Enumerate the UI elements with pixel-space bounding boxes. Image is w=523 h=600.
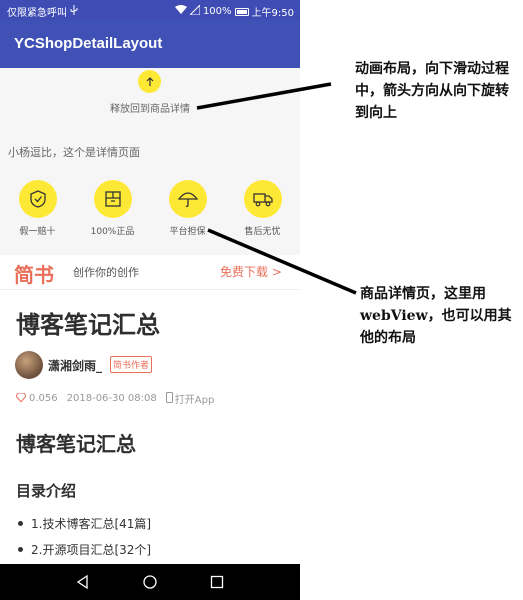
list-item[interactable]: 1.技术博客汇总[41篇]: [18, 515, 151, 532]
open-app-link[interactable]: 打开App: [165, 391, 215, 406]
back-icon[interactable]: [74, 573, 92, 591]
signal-icon: [188, 3, 201, 18]
pull-hint-text: 释放回到商品详情: [110, 104, 190, 115]
wifi-icon: [174, 5, 187, 18]
feature-item[interactable]: 100%正品: [75, 180, 150, 237]
detail-page: 小杨逗比，这个是详情页面 假一赔十 100%正品 平台担保 售后无忧: [0, 120, 300, 255]
detail-text: 小杨逗比，这个是详情页面: [8, 146, 140, 159]
arrow-up-icon[interactable]: [138, 70, 161, 93]
avatar[interactable]: [15, 351, 43, 379]
home-icon[interactable]: [141, 573, 159, 591]
feature-item[interactable]: 平台担保: [150, 180, 225, 237]
phone-screen: 仅限紧急呼叫 100% 上午9:50 YCShopDetailLayout 释放…: [0, 0, 300, 600]
battery-icon: [234, 7, 249, 16]
author-name[interactable]: 潇湘剑雨_: [48, 357, 102, 374]
app-bar: YCShopDetailLayout: [0, 20, 300, 68]
box-icon: [93, 180, 132, 218]
feature-item[interactable]: 假一赔十: [0, 180, 75, 237]
article-title: 博客笔记汇总: [16, 311, 160, 339]
nav-bar: [0, 564, 300, 600]
app-title: YCShopDetailLayout: [14, 35, 163, 52]
truck-icon: [243, 180, 282, 218]
jianshu-slogan: 创作你的创作: [73, 266, 139, 279]
feature-label: 假一赔十: [19, 227, 56, 237]
article-meta: 0.056 2018-06-30 08:08 打开App: [15, 391, 215, 406]
article-webview[interactable]: 博客笔记汇总 潇湘剑雨_ 简书作者 0.056 2018-06-30 08:08…: [0, 291, 300, 564]
shield-check-icon: [18, 180, 57, 218]
status-bar: 仅限紧急呼叫 100% 上午9:50: [0, 0, 300, 20]
toc-label: 1.技术博客汇总[41篇]: [31, 517, 152, 531]
battery-percent: 100%: [202, 6, 232, 17]
pull-back-area[interactable]: 释放回到商品详情: [0, 68, 300, 120]
free-download-link[interactable]: 免费下载 >: [220, 263, 282, 280]
open-app-label: 打开App: [174, 395, 215, 406]
author-badge: 简书作者: [110, 356, 153, 373]
feature-item[interactable]: 售后无忧: [225, 180, 300, 237]
article-subheading: 目录介绍: [16, 482, 77, 500]
feature-label: 平台担保: [169, 227, 206, 237]
diamond-count: 0.056: [29, 393, 58, 404]
feature-label: 100%正品: [90, 227, 135, 237]
jianshu-bar: 简书 创作你的创作 免费下载 >: [0, 255, 300, 290]
toc-label: 2.开源项目汇总[32个]: [31, 543, 152, 557]
diamond-icon: [15, 392, 27, 405]
status-left-text: 仅限紧急呼叫: [7, 8, 67, 19]
phone-icon: [165, 391, 173, 406]
umbrella-icon: [168, 180, 207, 218]
recents-icon[interactable]: [208, 573, 226, 591]
list-item[interactable]: 2.开源项目汇总[32个]: [18, 541, 151, 558]
feature-label: 售后无忧: [244, 227, 281, 237]
status-time: 上午9:50: [251, 8, 294, 19]
annotation-note-animation: 动画布局，向下滑动过程中，箭头方向从向下旋转到向上: [355, 61, 509, 121]
annotation-note-detail: 商品详情页，这里用webView，也可以用其他的布局: [360, 286, 512, 346]
article-heading: 博客笔记汇总: [16, 432, 136, 456]
jianshu-logo: 简书: [14, 263, 54, 287]
article-date: 2018-06-30 08:08: [66, 393, 157, 404]
usb-icon: [70, 5, 78, 18]
